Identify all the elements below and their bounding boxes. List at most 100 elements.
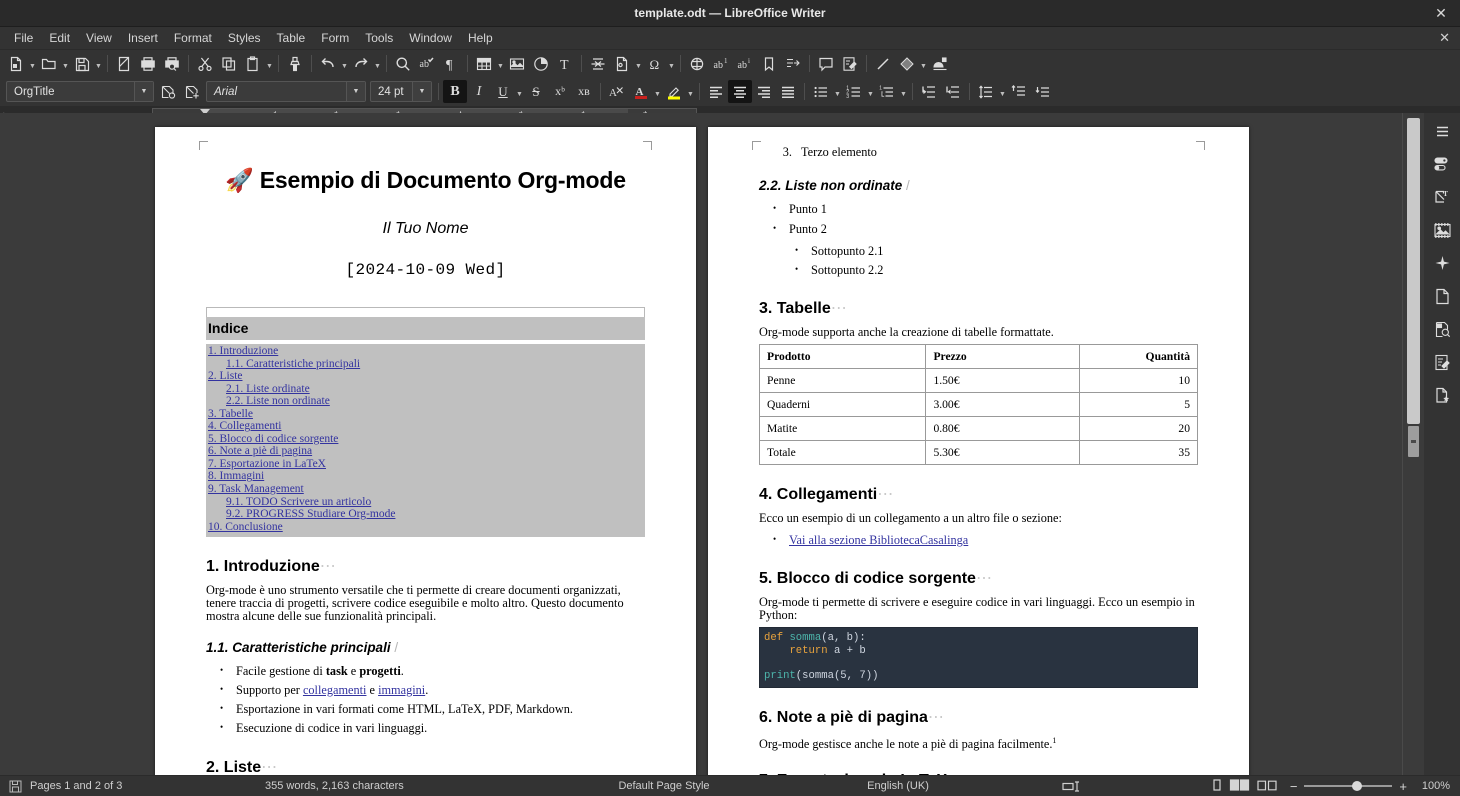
- insert-hyperlink-icon[interactable]: [685, 52, 709, 75]
- menu-tools[interactable]: Tools: [357, 29, 401, 47]
- menu-file[interactable]: File: [6, 29, 41, 47]
- multi-page-view-icon[interactable]: [1229, 778, 1251, 795]
- zoom-out-button[interactable]: −: [1290, 779, 1298, 794]
- italic-button[interactable]: I: [467, 80, 491, 103]
- decrease-indent-icon[interactable]: [941, 80, 965, 103]
- outline-list-dropdown[interactable]: ▼: [899, 80, 908, 103]
- insert-table-icon[interactable]: [472, 52, 496, 75]
- underline-dropdown[interactable]: ▼: [515, 80, 524, 103]
- zoom-slider-knob[interactable]: [1352, 781, 1363, 791]
- ordered-list-dropdown[interactable]: ▼: [866, 80, 875, 103]
- document-canvas[interactable]: 🚀 Esempio di Documento Org-mode Il Tuo N…: [0, 113, 1402, 775]
- font-color-icon[interactable]: A: [629, 80, 653, 103]
- insert-comment-icon[interactable]: [814, 52, 838, 75]
- menu-insert[interactable]: Insert: [120, 29, 166, 47]
- font-name-combo[interactable]: Arial ▼: [206, 81, 366, 102]
- table-of-contents[interactable]: Indice 1. Introduzione 1.1. Caratteristi…: [206, 307, 645, 538]
- spelling-icon[interactable]: ab: [415, 52, 439, 75]
- font-name-dropdown-arrow[interactable]: ▼: [346, 82, 365, 101]
- toc-entry[interactable]: 10. Conclusione: [208, 521, 283, 534]
- clone-formatting-icon[interactable]: [283, 52, 307, 75]
- inline-link-collegamenti[interactable]: collegamenti: [303, 683, 367, 697]
- page-icon[interactable]: [1428, 283, 1456, 309]
- update-style-icon[interactable]: [156, 80, 180, 103]
- show-draw-functions-icon[interactable]: [928, 52, 952, 75]
- undo-icon[interactable]: [316, 52, 340, 75]
- gallery-icon[interactable]: [1428, 217, 1456, 243]
- zoom-percent-label[interactable]: 100%: [1414, 780, 1450, 792]
- toc-entry[interactable]: 9.2. PROGRESS Studiare Org-mode: [226, 508, 395, 521]
- insert-bookmark-icon[interactable]: [757, 52, 781, 75]
- new-style-icon[interactable]: [180, 80, 204, 103]
- language-status[interactable]: English (UK): [798, 780, 998, 792]
- toc-entry[interactable]: 4. Collegamenti: [208, 420, 281, 433]
- menu-form[interactable]: Form: [313, 29, 357, 47]
- ordered-list-icon[interactable]: 1 2 3: [842, 80, 866, 103]
- line-spacing-dropdown[interactable]: ▼: [998, 80, 1007, 103]
- highlight-color-dropdown[interactable]: ▼: [686, 80, 695, 103]
- paragraph-style-dropdown-arrow[interactable]: ▼: [134, 82, 153, 101]
- toc-entry[interactable]: 7. Esportazione in LaTeX: [208, 458, 326, 471]
- menu-help[interactable]: Help: [460, 29, 501, 47]
- zoom-in-button[interactable]: +: [1399, 779, 1407, 794]
- basic-shapes-icon[interactable]: [895, 52, 919, 75]
- toc-entry[interactable]: 8. Immagini: [208, 470, 264, 483]
- accessibility-check-icon[interactable]: [1428, 349, 1456, 375]
- scrollbar-thumb[interactable]: [1407, 118, 1420, 424]
- bold-button[interactable]: B: [443, 80, 467, 103]
- undo-dropdown[interactable]: ▼: [340, 52, 349, 75]
- toc-entry[interactable]: 5. Blocco di codice sorgente: [208, 433, 338, 446]
- document-page-1[interactable]: 🚀 Esempio di Documento Org-mode Il Tuo N…: [155, 127, 696, 775]
- book-view-icon[interactable]: [1256, 778, 1278, 795]
- manage-changes-icon[interactable]: [1428, 382, 1456, 408]
- align-right-icon[interactable]: [752, 80, 776, 103]
- toc-entry[interactable]: 3. Tabelle: [208, 408, 253, 421]
- increase-indent-icon[interactable]: [917, 80, 941, 103]
- products-table[interactable]: Prodotto Prezzo Quantità Penne 1.50€ 10 …: [758, 344, 1199, 466]
- font-color-dropdown[interactable]: ▼: [653, 80, 662, 103]
- menu-table[interactable]: Table: [269, 29, 314, 47]
- insert-image-icon[interactable]: [505, 52, 529, 75]
- window-close-button[interactable]: ✕: [1432, 4, 1450, 22]
- save-status-icon[interactable]: [0, 780, 30, 793]
- page-count-status[interactable]: Pages 1 and 2 of 3: [30, 780, 265, 792]
- footnote-reference[interactable]: 1: [1052, 736, 1056, 745]
- new-document-icon[interactable]: [4, 52, 28, 75]
- navigator-star-icon[interactable]: [1428, 250, 1456, 276]
- toc-entry[interactable]: 2. Liste: [208, 370, 243, 383]
- toc-entry[interactable]: 1.1. Caratteristiche principali: [226, 358, 360, 371]
- selection-mode-icon[interactable]: [998, 780, 1148, 793]
- inline-link-immagini[interactable]: immagini: [378, 683, 425, 697]
- open-file-dropdown[interactable]: ▼: [61, 52, 70, 75]
- insert-footnote-icon[interactable]: ab 1: [709, 52, 733, 75]
- toc-entry[interactable]: 9.1. TODO Scrivere un articolo: [226, 496, 371, 509]
- paste-dropdown[interactable]: ▼: [265, 52, 274, 75]
- save-dropdown[interactable]: ▼: [94, 52, 103, 75]
- scrollbar-split-handle[interactable]: [1408, 426, 1419, 457]
- menu-styles[interactable]: Styles: [220, 29, 269, 47]
- insert-field-dropdown[interactable]: ▼: [634, 52, 643, 75]
- strikethrough-button[interactable]: S: [524, 80, 548, 103]
- redo-icon[interactable]: [349, 52, 373, 75]
- basic-shapes-dropdown[interactable]: ▼: [919, 52, 928, 75]
- python-code-block[interactable]: def somma(a, b): return a + b print(somm…: [759, 626, 1198, 689]
- toc-entry[interactable]: 2.1. Liste ordinate: [226, 383, 310, 396]
- cut-icon[interactable]: [193, 52, 217, 75]
- formatting-marks-icon[interactable]: ¶: [439, 52, 463, 75]
- word-count-status[interactable]: 355 words, 2,163 characters: [265, 780, 530, 792]
- toc-entry[interactable]: 2.2. Liste non ordinate: [226, 395, 330, 408]
- unordered-list-dropdown[interactable]: ▼: [833, 80, 842, 103]
- underline-button[interactable]: U: [491, 80, 515, 103]
- style-inspector-icon[interactable]: [1428, 316, 1456, 342]
- single-page-view-icon[interactable]: [1210, 778, 1224, 795]
- find-replace-icon[interactable]: [391, 52, 415, 75]
- line-spacing-icon[interactable]: [974, 80, 998, 103]
- toc-entry[interactable]: 6. Note a piè di pagina: [208, 445, 312, 458]
- properties-icon[interactable]: [1428, 151, 1456, 177]
- sidebar-settings-icon[interactable]: [1428, 118, 1456, 144]
- decrease-paragraph-spacing-icon[interactable]: [1031, 80, 1055, 103]
- superscript-button[interactable]: xᵇ: [548, 80, 572, 103]
- document-close-button[interactable]: ✕: [1439, 30, 1450, 46]
- insert-endnote-icon[interactable]: ab i: [733, 52, 757, 75]
- page-style-status[interactable]: Default Page Style: [530, 780, 798, 792]
